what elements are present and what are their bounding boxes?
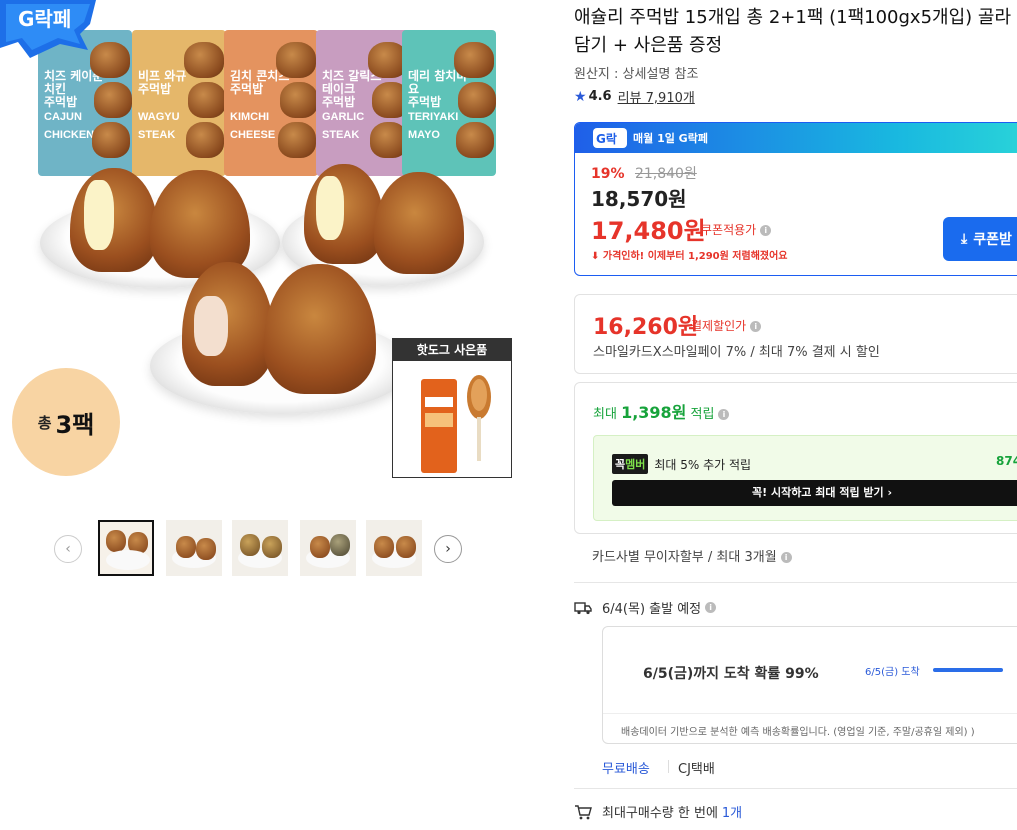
original-price: 21,840원 [634,166,697,182]
arrival-prediction-box: 6/5(금)까지 도착 확률 99% 6/5(금) 도착 배송데이터 기반으로 … [602,626,1017,744]
gday-header-text: 매월 1일 G락페 [633,132,708,145]
gday-header: G락 매월 1일 G락페 [575,123,1017,153]
review-link[interactable]: 리뷰 7,910개 [618,87,695,106]
price-drop-text: 가격인하! 이제부터 1,290원 저렴해졌어요 [602,251,788,262]
thumbnail-4[interactable] [300,520,356,576]
total-packs-badge: 총 3팩 [12,368,120,476]
info-icon[interactable]: i [718,409,730,420]
member-tag: 꼭멤버 [612,454,649,474]
hotdog-gift-image [421,375,491,473]
product-origin: 원산지 : 상세설명 참조 [574,67,699,82]
gday-badge-text: G락페 [18,7,71,31]
gday-logo-icon: G락 [593,128,627,148]
pack-kimchi-cheese: 김치 콘치즈 주먹밥 KIMCHI CHEESE [224,30,318,176]
pack-garlic-steak: 치즈 갈릭스테이크 주먹밥 GARLIC STEAK [316,30,410,176]
coupon-label-text: 쿠폰적용가 [701,223,757,237]
reward-prefix: 최대 [593,407,617,422]
coupon-price: 17,480원 [591,217,706,245]
divider [574,582,1017,583]
product-title: 애슐리 주먹밥 15개입 총 2+1팩 (1팩100gx5개입) 골라담기 + … [574,7,1012,56]
arrival-note: 배송데이터 기반으로 분석한 예측 배송확률입니다. (영업일 기준, 주말/공… [621,727,975,738]
info-icon[interactable]: i [760,225,772,236]
reward-amount: 1,398원 [621,403,687,422]
installment-info: 카드사별 무이자할부 / 최대 3개월 i [592,546,792,565]
info-icon[interactable]: i [750,321,762,332]
price-down-icon: ⬇ [591,251,600,262]
total-small: 총 [37,413,52,432]
reward-box: 최대 1,398원 적립 i 꼭멤버 최대 5% 추가 적립 874 꼭! 시작하… [574,382,1017,534]
info-icon[interactable]: i [705,602,717,613]
divider [603,713,1017,714]
chevron-right-icon: › [445,541,451,557]
departure-text: 6/4(목) 출발 예정 [602,602,702,617]
payment-price: 16,260원 [593,315,699,340]
thumbnail-3[interactable] [232,520,288,576]
pack-teriyaki-mayo: 데리 참치마요 주먹밥 TERIYAKI MAYO [402,30,496,176]
payment-description: 스마일카드X스마일페이 7% / 최대 7% 결제 시 할인 [593,345,880,360]
rating-score: 4.6 [588,89,612,104]
installment-text: 카드사별 무이자할부 / 최대 3개월 [592,550,777,565]
member-start-button[interactable]: 꼭! 시작하고 최대 적립 받기 › [612,480,1017,506]
arrival-date: 6/5(금) 도착 [865,667,920,678]
shipping-departure: 6/4(목) 출발 예정 i [574,598,717,617]
payment-discount-box: 16,260원 결제할인가 i 스마일카드X스마일페이 7% / 최대 7% 결제… [574,294,1017,374]
divider [574,788,1017,789]
payment-price-label: 결제할인가 i [691,317,762,334]
truck-icon [574,601,592,614]
gift-box: 핫도그 사은품 [392,338,512,478]
price-drop-notice: ⬇ 가격인하! 이제부터 1,290원 저렴해졌어요 [591,247,788,262]
carrier-name: CJ택배 [678,762,715,777]
info-icon[interactable]: i [780,552,792,563]
arrival-probability-bar [933,668,1003,672]
thumb-next-button[interactable]: › [434,535,462,563]
sale-price: 18,570원 [591,187,687,211]
arrival-probability: 6/5(금)까지 도착 확률 99% [643,666,819,682]
member-reward-amount: 874 [996,454,1017,468]
thumbnail-5[interactable] [366,520,422,576]
chevron-left-icon: ‹ [65,541,71,557]
product-info-panel: 애슐리 주먹밥 15개입 총 2+1팩 (1팩100gx5개입) 골라담기 + … [574,0,1017,830]
thumb-prev-button[interactable]: ‹ [54,535,82,563]
thumbnail-1[interactable] [98,520,154,576]
member-reward-box: 꼭멤버 최대 5% 추가 적립 874 꼭! 시작하고 최대 적립 받기 › [593,435,1017,521]
discount-percent: 19% [591,166,625,182]
cart-icon [575,804,592,819]
member-tag-b: 멤버 [625,458,646,471]
star-icon: ★ [574,88,587,105]
coupon-button-label: 쿠폰받 [973,232,1012,248]
member-reward-text: 최대 5% 추가 적립 [654,457,752,472]
download-icon: ⤓ [961,231,968,247]
pack-wagyu-steak: 비프 와규 주먹밥 WAGYU STEAK [132,30,226,176]
discount-row: 19% 21,840원 [591,163,697,183]
reward-suffix: 적립 [690,407,715,422]
gday-price-box: G락 매월 1일 G락페 19% 21,840원 18,570원 17,480원… [574,122,1017,276]
member-reward-line: 꼭멤버 최대 5% 추가 적립 [612,454,751,474]
free-shipping-link[interactable]: 무료배송 [602,758,650,777]
total-big: 3팩 [55,410,95,439]
max-purchase-value: 1개 [721,806,743,821]
divider [668,760,669,773]
member-tag-a: 꼭 [615,458,626,471]
max-purchase-row: 최대구매수량 한 번에 1개 [574,802,742,821]
product-rating: ★ 4.6 리뷰 7,910개 [574,87,695,107]
product-packs-image: 치즈 케이준치킨 주먹밥 CAJUN CHICKEN 비프 와규 주먹밥 WAG… [38,30,498,178]
thumbnail-2[interactable] [166,520,222,576]
coupon-price-label: 쿠폰적용가 i [701,221,772,238]
svg-text:G락: G락 [596,132,617,146]
payment-label-text: 결제할인가 [691,319,747,333]
product-main-image: 치즈 케이준치킨 주먹밥 CAJUN CHICKEN 비프 와규 주먹밥 WAG… [0,0,515,490]
gift-title: 핫도그 사은품 [393,339,511,361]
gday-badge-icon: G락페 [0,0,96,58]
coupon-download-button[interactable]: ⤓ 쿠폰받 [943,217,1017,261]
max-purchase-label: 최대구매수량 한 번에 [602,806,718,821]
reward-title: 최대 1,398원 적립 i [593,399,730,423]
